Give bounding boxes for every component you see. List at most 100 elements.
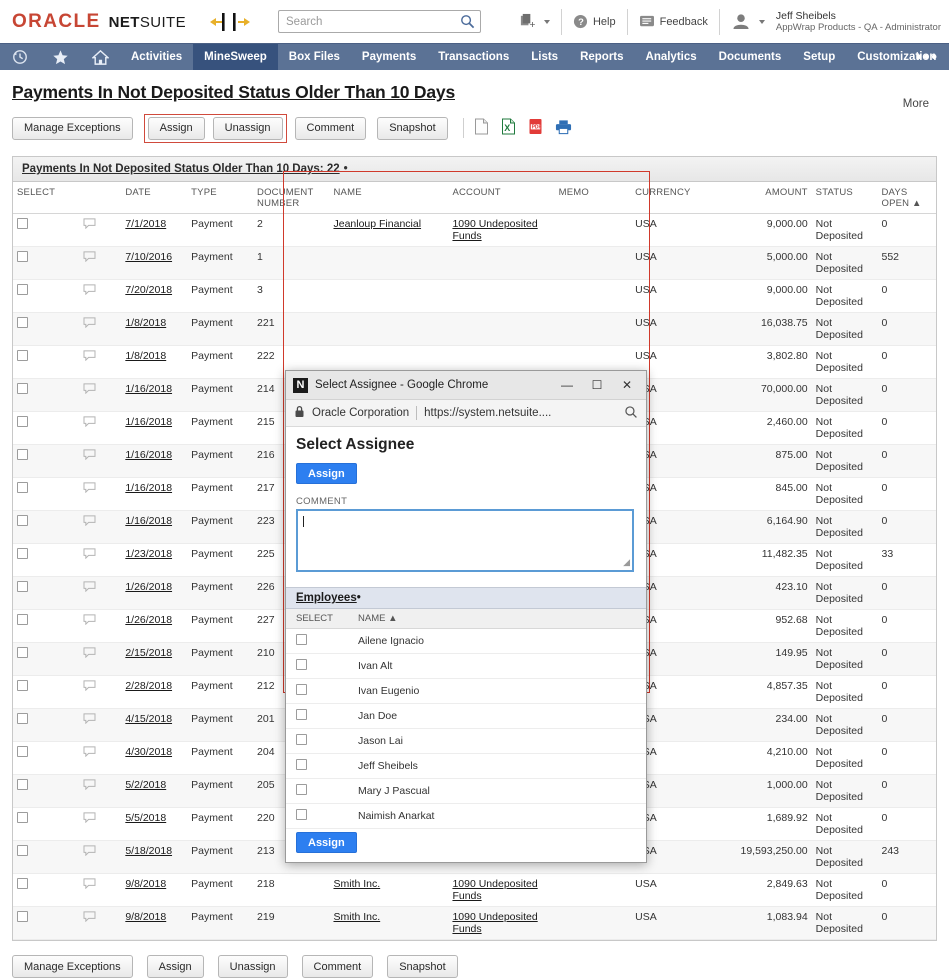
row-comment-cell[interactable]: [78, 411, 122, 445]
search-input[interactable]: [279, 11, 452, 32]
row-checkbox[interactable]: [17, 845, 28, 856]
comment-bubble-icon[interactable]: [83, 845, 96, 859]
row-date-cell[interactable]: 9/8/2018: [121, 906, 188, 940]
row-comment-cell[interactable]: [78, 312, 122, 346]
row-select-cell[interactable]: [13, 906, 79, 940]
comment-bubble-icon[interactable]: [83, 449, 96, 463]
row-checkbox[interactable]: [17, 251, 28, 262]
comment-bubble-icon[interactable]: [83, 713, 96, 727]
row-name-cell[interactable]: [329, 312, 449, 346]
row-checkbox[interactable]: [17, 713, 28, 724]
nav-item-activities[interactable]: Activities: [120, 44, 193, 70]
user-menu[interactable]: Jeff Sheibels AppWrap Products - QA - Ad…: [731, 10, 941, 34]
row-date-cell[interactable]: 5/5/2018: [121, 807, 188, 841]
row-name-cell[interactable]: [329, 279, 449, 313]
employee-checkbox[interactable]: [296, 659, 307, 670]
row-date-cell[interactable]: 4/15/2018: [121, 708, 188, 742]
nav-overflow-icon[interactable]: •••: [916, 44, 939, 71]
employee-checkbox[interactable]: [296, 784, 307, 795]
recent-records-icon[interactable]: [0, 44, 40, 70]
maximize-icon[interactable]: ☐: [582, 378, 612, 392]
row-select-cell[interactable]: [13, 543, 79, 577]
employee-row[interactable]: Ivan Eugenio: [286, 678, 646, 704]
employee-row[interactable]: Ailene Ignacio: [286, 628, 646, 654]
row-select-cell[interactable]: [13, 840, 79, 874]
col-memo[interactable]: MEMO: [554, 182, 632, 214]
row-checkbox[interactable]: [17, 317, 28, 328]
row-comment-cell[interactable]: [78, 708, 122, 742]
row-select-cell[interactable]: [13, 312, 79, 346]
employee-select-cell[interactable]: [286, 778, 348, 804]
table-row[interactable]: 9/8/2018 Payment 218 Smith Inc. 1090 Undepos…: [13, 873, 936, 907]
employee-checkbox[interactable]: [296, 809, 307, 820]
comment-bubble-icon[interactable]: [83, 350, 96, 364]
manage-exceptions-button[interactable]: Manage Exceptions: [12, 116, 133, 140]
comment-bubble-icon[interactable]: [83, 515, 96, 529]
row-date-cell[interactable]: 4/30/2018: [121, 741, 188, 775]
row-comment-cell[interactable]: [78, 543, 122, 577]
employee-checkbox[interactable]: [296, 684, 307, 695]
bottom-unassign-button[interactable]: Unassign: [217, 955, 288, 978]
row-comment-cell[interactable]: [78, 873, 122, 907]
row-account-cell[interactable]: [448, 279, 555, 313]
row-select-cell[interactable]: [13, 345, 79, 379]
bottom-assign-button[interactable]: Assign: [146, 955, 204, 978]
row-checkbox[interactable]: [17, 614, 28, 625]
row-checkbox[interactable]: [17, 449, 28, 460]
employee-row[interactable]: Jan Doe: [286, 703, 646, 729]
resize-grip-icon[interactable]: ◢: [623, 557, 630, 568]
row-checkbox[interactable]: [17, 383, 28, 394]
bottom-manage-exceptions-button[interactable]: Manage Exceptions: [12, 955, 133, 978]
employee-select-cell[interactable]: [286, 703, 348, 729]
row-comment-cell[interactable]: [78, 444, 122, 478]
comment-bubble-icon[interactable]: [83, 581, 96, 595]
row-name-cell[interactable]: Smith Inc.: [329, 873, 449, 907]
quick-add-menu[interactable]: +: [519, 13, 550, 30]
row-checkbox[interactable]: [17, 350, 28, 361]
comment-bubble-icon[interactable]: [83, 779, 96, 793]
row-date-cell[interactable]: 1/16/2018: [121, 378, 188, 412]
row-date-cell[interactable]: 1/23/2018: [121, 543, 188, 577]
row-comment-cell[interactable]: [78, 279, 122, 313]
row-date-cell[interactable]: 5/2/2018: [121, 774, 188, 808]
employee-checkbox[interactable]: [296, 734, 307, 745]
row-checkbox[interactable]: [17, 416, 28, 427]
row-name-cell[interactable]: Jeanloup Financial: [329, 213, 449, 247]
row-comment-cell[interactable]: [78, 213, 122, 247]
row-select-cell[interactable]: [13, 378, 79, 412]
col-date[interactable]: DATE: [121, 182, 188, 214]
minimize-icon[interactable]: —: [552, 378, 582, 392]
row-account-cell[interactable]: [448, 312, 555, 346]
table-row[interactable]: 7/20/2018 Payment 3 USA 9,000.00 Not Deposite…: [13, 279, 936, 313]
row-checkbox[interactable]: [17, 746, 28, 757]
employee-select-cell[interactable]: [286, 803, 348, 829]
col-amount[interactable]: AMOUNT: [718, 182, 812, 214]
row-checkbox[interactable]: [17, 911, 28, 922]
row-checkbox[interactable]: [17, 515, 28, 526]
comment-bubble-icon[interactable]: [83, 647, 96, 661]
row-comment-cell[interactable]: [78, 807, 122, 841]
page-search-icon[interactable]: [624, 405, 638, 422]
row-date-cell[interactable]: 2/15/2018: [121, 642, 188, 676]
col-days-open[interactable]: DAYS OPEN ▲: [877, 182, 936, 214]
home-icon[interactable]: [80, 44, 120, 70]
row-checkbox[interactable]: [17, 482, 28, 493]
row-select-cell[interactable]: [13, 609, 79, 643]
row-comment-cell[interactable]: [78, 906, 122, 940]
col-account[interactable]: ACCOUNT: [448, 182, 555, 214]
employee-select-cell[interactable]: [286, 678, 348, 704]
row-date-cell[interactable]: 1/16/2018: [121, 444, 188, 478]
col-currency[interactable]: CURRENCY: [631, 182, 719, 214]
emp-col-select[interactable]: SELECT: [286, 609, 348, 629]
more-link[interactable]: More: [903, 98, 929, 110]
comment-bubble-icon[interactable]: [83, 317, 96, 331]
comment-bubble-icon[interactable]: [83, 548, 96, 562]
row-comment-cell[interactable]: [78, 774, 122, 808]
col-type[interactable]: TYPE: [187, 182, 254, 214]
row-checkbox[interactable]: [17, 218, 28, 229]
comment-bubble-icon[interactable]: [83, 416, 96, 430]
row-checkbox[interactable]: [17, 878, 28, 889]
employee-row[interactable]: Jason Lai: [286, 728, 646, 754]
oracle-netsuite-logo[interactable]: ORACLE NETSUITE: [12, 11, 186, 33]
unassign-button[interactable]: Unassign: [212, 116, 283, 140]
